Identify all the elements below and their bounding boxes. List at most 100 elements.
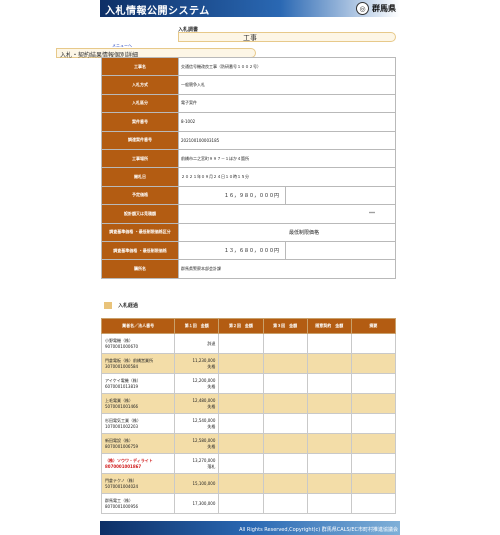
round1-cell: 15,100,000	[174, 473, 220, 494]
empty-cell	[306, 473, 352, 494]
results-row: 小野電機（株） 9070001000670 辞退	[100, 333, 397, 354]
detail-value: 交通信号機改良工事（防研番号１００２号）	[178, 56, 396, 77]
empty-cell	[350, 393, 397, 414]
bidder-cell: 群馬電工（株） 8070001000956	[100, 493, 176, 514]
round1-note: 失格	[207, 443, 216, 449]
bidder-cell: 新田電設（株） 8070001006759	[100, 433, 176, 454]
empty-cell	[262, 473, 308, 494]
detail-row: 調達案件番号 202100100003185	[101, 130, 396, 150]
bidder-cell: アイケイ電機（株） 6070001013819	[100, 373, 176, 394]
round1-cell: 辞退	[174, 333, 220, 354]
empty-cell	[350, 433, 397, 454]
results-row: 門倉テクノ（株） 5070001004024 15,100,000	[100, 473, 397, 494]
bidder-corp-number: 8070001006759	[105, 443, 139, 449]
empty-cell	[350, 493, 397, 514]
category-koji: 工事	[243, 34, 257, 42]
detail-row: 調査基準価格 ・最低制限価格 １３，６８０，０００円	[101, 240, 396, 261]
empty-cell	[306, 453, 352, 474]
bidder-corp-number: 1070001002203	[105, 423, 139, 429]
detail-value: 最低制限価格	[178, 222, 396, 242]
empty-cell	[306, 433, 352, 454]
section-marker-icon	[104, 302, 112, 309]
detail-row: 入札方式 一般競争入札	[101, 75, 396, 95]
detail-row: 予定価格 １６，９８０，０００円	[101, 185, 396, 206]
detail-label: 購所名	[101, 259, 179, 279]
results-header-cell: 業者名／法人番号	[100, 318, 176, 334]
empty-cell	[306, 333, 352, 354]
detail-table: 工事名 交通信号機改良工事（防研番号１００２号） 入札方式 一般競争入札 入札區分 電子案…	[101, 56, 396, 279]
empty-cell	[262, 493, 308, 514]
detail-value: １６，９８０，０００円	[178, 185, 286, 206]
detail-value: 一般競争入札	[178, 75, 396, 95]
empty-cell	[218, 393, 264, 414]
detail-label: 開札日	[101, 167, 179, 187]
detail-row: 工事名 交通信号機改良工事（防研番号１００２号）	[101, 56, 396, 77]
results-row: 杉田電気工業（株） 1070001002203 12,540,000 失格	[100, 413, 397, 434]
bidder-corp-number: 8070001001867	[105, 463, 142, 469]
footer-copyright: All Rights Reserved,Copyright(c) 群馬県CALS…	[239, 527, 398, 533]
category-koji-bar: 工事	[178, 32, 396, 42]
round1-cell: 12,580,000 失格	[174, 433, 220, 454]
detail-label: 入札方式	[101, 75, 179, 95]
prefecture-emblem-icon: ◎	[356, 2, 369, 15]
bidder-cell: 上毛電業（株） 5070001001466	[100, 393, 176, 414]
empty-cell	[262, 333, 308, 354]
empty-cell	[218, 413, 264, 434]
detail-row: 購所名 群馬県警察本部会計課	[101, 259, 396, 279]
empty-cell	[306, 393, 352, 414]
detail-value: 8-1002	[178, 112, 396, 132]
detail-row: 設計額又は見積額 ***	[101, 204, 396, 224]
round1-cell: 13,270,000 落札	[174, 453, 220, 474]
detail-row: 案件番号 8-1002	[101, 112, 396, 132]
round1-cell: 11,230,000 失格	[174, 353, 220, 374]
detail-row: 入札區分 電子案件	[101, 93, 396, 114]
bidder-corp-number: 9070001000670	[105, 343, 139, 349]
empty-cell	[306, 373, 352, 394]
empty-cell	[218, 493, 264, 514]
results-header-cell: 摘要	[350, 318, 397, 334]
detail-row: 調査基準価格 ・最低制限価格区分 最低制限価格	[101, 222, 396, 242]
empty-cell	[218, 453, 264, 474]
round1-note: 失格	[207, 423, 216, 429]
detail-value: ２０２１年０９月２４日１０時１５分	[178, 167, 396, 187]
footer-bar: All Rights Reserved,Copyright(c) 群馬県CALS…	[100, 521, 400, 535]
detail-label: 工事名	[101, 56, 179, 77]
empty-cell	[306, 493, 352, 514]
bidder-cell: 小野電機（株） 9070001000670	[100, 333, 176, 354]
section-header: 入札経過	[104, 302, 138, 309]
round1-cell: 12,480,000 失格	[174, 393, 220, 414]
round1-cell: 12,540,000 失格	[174, 413, 220, 434]
results-row: 門倉電板（株）前橋営業所 3070001000584 11,230,000 失格	[100, 353, 397, 374]
empty-cell	[262, 453, 308, 474]
system-title: 入札情報公開システム	[105, 6, 210, 17]
empty-cell	[350, 473, 397, 494]
detail-value: ***	[178, 204, 396, 224]
section-title: 入札経過	[118, 303, 139, 309]
header-bar: 入札情報公開システム ◎ 群馬県	[100, 0, 400, 17]
round1-amount: 15,100,000	[192, 480, 216, 486]
round1-note: 落札	[207, 463, 216, 469]
empty-cell	[306, 353, 352, 374]
empty-cell	[262, 433, 308, 454]
empty-cell	[350, 413, 397, 434]
detail-label: 調達案件番号	[101, 130, 179, 150]
round1-note: 辞退	[207, 340, 216, 346]
bidder-corp-number: 6070001013819	[105, 383, 139, 389]
round1-amount: 17,300,000	[192, 500, 216, 506]
results-row: （株）ソウワ・ディライト 8070001001867 13,270,000 落札	[100, 453, 397, 474]
detail-label: 設計額又は見積額	[101, 204, 179, 224]
bidder-cell: 杉田電気工業（株） 1070001002203	[100, 413, 176, 434]
detail-label: 調査基準価格 ・最低制限価格	[101, 240, 179, 261]
detail-value: 202100100003185	[178, 130, 396, 150]
results-row: アイケイ電機（株） 6070001013819 12,200,000 失格	[100, 373, 397, 394]
detail-value: 群馬県警察本部会計課	[178, 259, 396, 279]
empty-cell	[262, 373, 308, 394]
results-header-cell: 第１回 金額	[174, 318, 220, 334]
results-table: 業者名／法人番号 第１回 金額 第２回 金額 第３回 金額 随意契約 金額 摘要 小野電機…	[100, 318, 397, 514]
empty-cell	[218, 373, 264, 394]
detail-label: 調査基準価格 ・最低制限価格区分	[101, 222, 179, 242]
empty-cell	[262, 413, 308, 434]
empty-cell	[306, 413, 352, 434]
bidder-cell: 門倉電板（株）前橋営業所 3070001000584	[100, 353, 176, 374]
round1-note: 失格	[207, 363, 216, 369]
